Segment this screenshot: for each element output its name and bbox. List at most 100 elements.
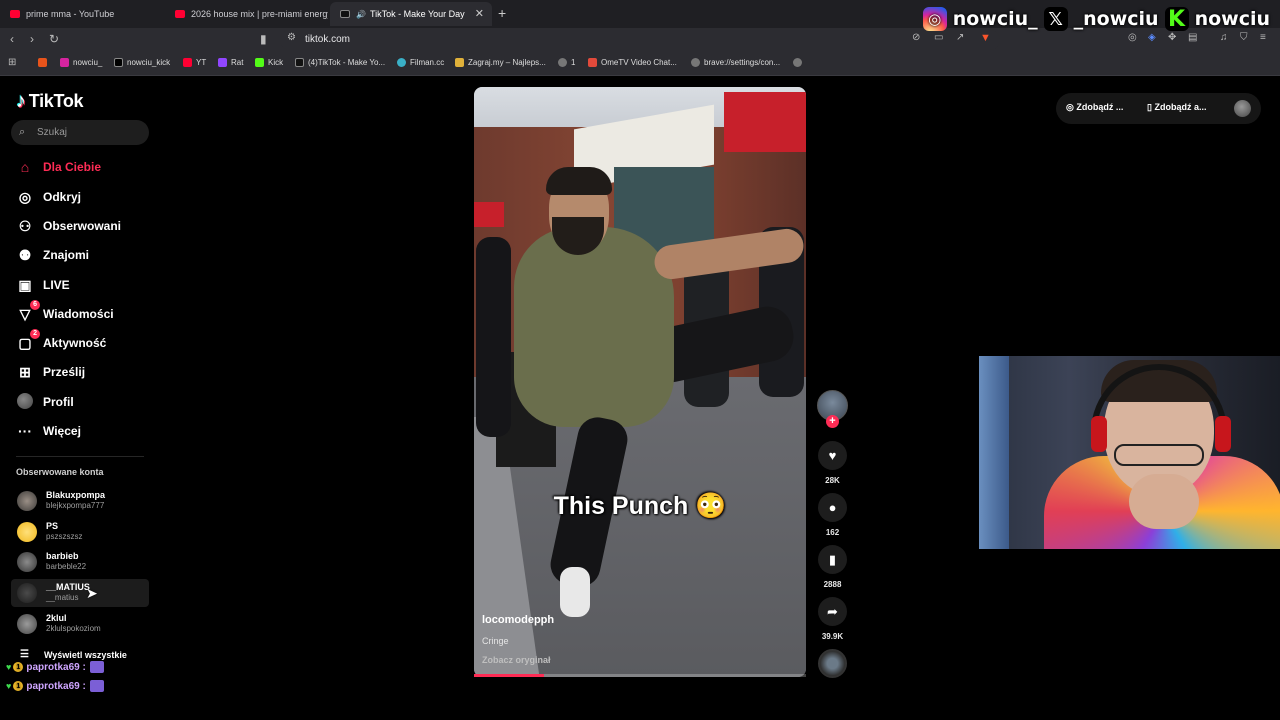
bookmark-item[interactable]: Rat — [218, 58, 243, 67]
account-name: PS — [46, 521, 59, 531]
bookmark-item[interactable]: Zagraj.my – Najleps... — [455, 58, 546, 67]
account-name: 2klul — [46, 613, 67, 623]
tab-tiktok[interactable]: 🔊 TikTok - Make Your Day ✕ — [330, 2, 492, 26]
headset-cup — [1215, 416, 1231, 452]
friends-icon: ⚉ — [18, 246, 32, 263]
messages-icon: ▽ 6 — [16, 299, 40, 323]
video-player[interactable] — [474, 87, 806, 677]
get-coins-button[interactable]: ◎ Zdobądź ... — [1066, 102, 1123, 113]
following-account[interactable]: Blakuxpompa blejkxpompa777 — [11, 487, 149, 515]
bookmarks-bar: ⊞ nowciu_ nowciu_kick YT Rat Kick (4)Tik… — [0, 52, 1280, 76]
follow-plus-icon[interactable]: + — [826, 415, 839, 428]
nav-for-you[interactable]: ⌂ Dla Ciebie — [16, 156, 101, 178]
bookmark-item[interactable]: 1 — [558, 58, 575, 67]
bookmark-rss[interactable] — [38, 58, 51, 67]
game-icon — [455, 58, 464, 67]
following-account[interactable]: barbieb barbeble22 — [11, 548, 149, 576]
share-count: 39.9K — [821, 632, 844, 641]
url-text[interactable]: tiktok.com — [305, 34, 350, 45]
see-original-link[interactable]: Zobacz oryginał — [482, 655, 551, 665]
chat-user: paprotka69 : — [26, 661, 86, 673]
profile-avatar — [16, 392, 34, 412]
following-account[interactable]: 2klul 2klulspokoziom — [11, 610, 149, 638]
avatar — [17, 583, 37, 603]
youtube-icon — [183, 58, 192, 67]
bookmark-item[interactable]: OmeTV Video Chat... — [588, 58, 677, 67]
nav-more[interactable]: ··· Więcej — [16, 420, 81, 442]
bookmark-icon: ▮ — [828, 551, 837, 567]
tiktok-logo[interactable]: ♪ TikTok — [16, 90, 84, 113]
bookmark-label: nowciu_kick — [127, 58, 171, 67]
save-button[interactable]: ▮ — [818, 545, 847, 574]
account-name: Blakuxpompa — [46, 490, 106, 500]
see-all-link[interactable]: ☰ Wyświetl wszystkie — [20, 649, 127, 660]
youtube-icon — [175, 10, 185, 18]
webcam-hand — [1129, 474, 1199, 529]
forward-icon[interactable]: › — [30, 32, 34, 46]
heart-icon: ♥ — [828, 448, 837, 463]
nav-live[interactable]: ▣ LIVE — [16, 274, 69, 296]
twitch-icon — [218, 58, 227, 67]
button-label: Zdobądź ... — [1076, 102, 1124, 112]
video-scene-shoe — [560, 567, 590, 617]
close-tab-icon[interactable]: ✕ — [475, 7, 484, 20]
music-disc[interactable] — [818, 649, 847, 678]
kick-icon — [255, 58, 264, 67]
search-input[interactable] — [11, 120, 149, 145]
reload-icon[interactable]: ↻ — [49, 32, 59, 46]
bookmark-item[interactable]: nowciu_kick — [114, 58, 170, 67]
user-avatar[interactable] — [1234, 100, 1251, 117]
webcam-glasses — [1114, 444, 1204, 466]
nav-friends[interactable]: ⚉ Znajomi — [16, 244, 89, 266]
save-count: 2888 — [823, 580, 842, 589]
search-icon: ⌕ — [19, 126, 26, 138]
account-handle: barbeble22 — [46, 562, 87, 571]
nav-messages[interactable]: ▽ 6 Wiadomości — [16, 299, 114, 325]
bookmark-item[interactable]: brave://settings/con... — [691, 58, 780, 67]
emote-icon — [89, 680, 104, 692]
nav-profile[interactable]: Profil — [16, 391, 74, 413]
tab-title: TikTok - Make Your Day — [369, 9, 465, 19]
tiktok-icon — [340, 10, 350, 18]
comment-icon: ● — [828, 500, 837, 515]
tiktok-note-icon: ♪ — [16, 90, 26, 112]
bookmark-label: nowciu_ — [73, 58, 103, 67]
nav-label: Odkryj — [43, 190, 82, 204]
upload-icon: ⊞ — [19, 363, 31, 380]
mute-icon[interactable]: ⊘ — [912, 32, 920, 43]
share-arrow-icon: ➦ — [827, 603, 838, 619]
nav-explore[interactable]: ◎ Odkryj — [16, 186, 81, 208]
bookmark-item[interactable]: Filman.cc — [397, 58, 444, 67]
avatar — [17, 552, 37, 572]
comment-button[interactable]: ● — [818, 493, 847, 522]
bookmark-item[interactable]: YT — [183, 58, 206, 67]
nav-activity[interactable]: ▢ 2 Aktywność — [16, 328, 106, 354]
bookmark-item[interactable]: (4)TikTok - Make Yo... — [295, 58, 385, 67]
video-author[interactable]: locomodepph — [482, 614, 554, 626]
following-account[interactable]: __MATIUS __matius — [11, 579, 149, 607]
bookmark-icon[interactable]: ▮ — [260, 32, 267, 46]
ometv-icon — [588, 58, 597, 67]
following-accounts-heading: Obserwowane konta — [16, 467, 104, 477]
nav-upload[interactable]: ⊞ Prześlij — [16, 361, 85, 383]
bookmark-item[interactable] — [793, 58, 806, 67]
brand-name: TikTok — [28, 91, 84, 111]
following-account[interactable]: PS pszszszsz — [11, 518, 149, 546]
bookmark-item[interactable]: Kick — [255, 58, 283, 67]
nav-following[interactable]: ⚇ Obserwowani — [16, 215, 121, 237]
share-button[interactable]: ➦ — [818, 597, 847, 626]
nav-label: Dla Ciebie — [43, 160, 102, 174]
get-app-button[interactable]: ▯ Zdobądź a... — [1147, 102, 1206, 113]
site-settings-icon[interactable]: ⚙ — [287, 32, 296, 43]
chat-message: ♥ 1 paprotka69 : — [6, 680, 104, 692]
bookmark-label: (4)TikTok - Make Yo... — [308, 58, 386, 67]
bookmark-item[interactable]: nowciu_ — [60, 58, 102, 67]
like-button[interactable]: ♥ — [818, 441, 847, 470]
apps-icon[interactable]: ⊞ — [8, 57, 16, 68]
address-bar[interactable] — [280, 30, 1000, 50]
new-tab-button[interactable]: + — [498, 5, 506, 21]
tab-youtube-mix[interactable]: 2026 house mix | pre-miami energy — [165, 2, 328, 26]
tab-youtube-prime[interactable]: prime mma - YouTube — [0, 2, 165, 26]
activity-icon: ▢ 2 — [16, 328, 40, 352]
back-icon[interactable]: ‹ — [10, 32, 14, 46]
